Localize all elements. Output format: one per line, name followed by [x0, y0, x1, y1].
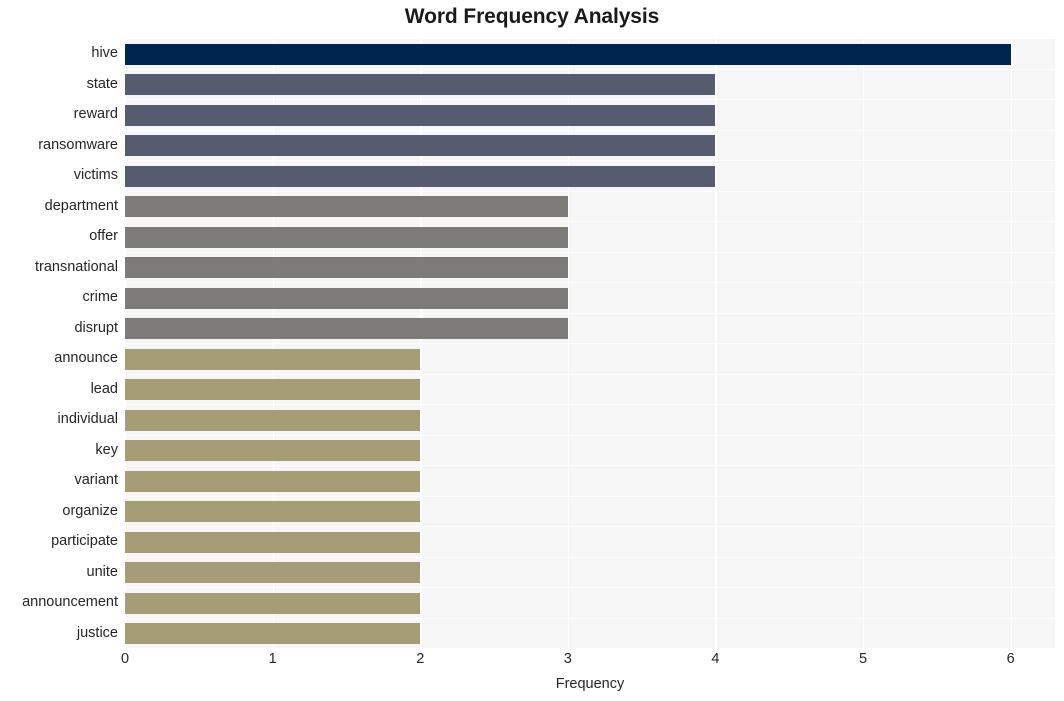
bar[interactable] — [125, 196, 568, 218]
gridline-horizontal — [125, 343, 1055, 345]
gridline-horizontal — [125, 251, 1055, 253]
gridline-horizontal — [125, 373, 1055, 375]
gridline-horizontal — [125, 404, 1055, 406]
x-axis-label: 1 — [268, 651, 277, 667]
gridline-horizontal — [125, 587, 1055, 589]
gridline-horizontal — [125, 160, 1055, 162]
y-axis-label: department — [44, 197, 118, 214]
bar[interactable] — [125, 104, 716, 126]
bar[interactable] — [125, 440, 421, 462]
bar[interactable] — [125, 43, 1011, 65]
bar[interactable] — [125, 348, 421, 370]
x-axis-title: Frequency — [555, 676, 625, 692]
bar[interactable] — [125, 165, 716, 187]
gridline-horizontal — [125, 99, 1055, 101]
bar[interactable] — [125, 226, 568, 248]
gridline-horizontal — [125, 282, 1055, 284]
gridline-horizontal — [125, 526, 1055, 528]
y-axis-label: unite — [86, 563, 118, 580]
y-axis-label: individual — [57, 411, 118, 428]
y-axis-label: victims — [73, 167, 118, 184]
gridline-horizontal — [125, 221, 1055, 223]
bar[interactable] — [125, 318, 568, 340]
bar[interactable] — [125, 501, 421, 523]
bar[interactable] — [125, 531, 421, 553]
y-axis-label: organize — [62, 502, 118, 519]
y-axis-label: announce — [54, 350, 118, 367]
y-axis-label: justice — [76, 624, 118, 641]
x-axis-tick-labels: 0 1 2 3 4 5 6 — [121, 651, 1055, 674]
x-axis-label: 6 — [1006, 651, 1015, 667]
gridline-horizontal — [125, 190, 1055, 192]
gridline-horizontal — [125, 38, 1055, 40]
bar[interactable] — [125, 409, 421, 431]
x-axis-label: 4 — [711, 651, 720, 667]
y-axis-label: participate — [51, 533, 118, 550]
bar[interactable] — [125, 379, 421, 401]
y-axis-label: key — [95, 441, 118, 458]
gridline-horizontal — [125, 495, 1055, 497]
y-axis-label: hive — [91, 45, 118, 62]
y-axis-label: lead — [90, 380, 118, 397]
gridline-horizontal — [125, 465, 1055, 467]
bar[interactable] — [125, 135, 716, 157]
x-axis-label: 5 — [859, 651, 868, 667]
bar[interactable] — [125, 74, 716, 96]
x-axis-label: 3 — [563, 651, 572, 667]
x-axis-label: 0 — [120, 651, 130, 667]
bar[interactable] — [125, 287, 568, 309]
y-axis-label: crime — [82, 289, 118, 306]
bar[interactable] — [125, 592, 421, 614]
y-axis-label: variant — [74, 472, 118, 489]
gridline-horizontal — [125, 68, 1055, 70]
chart-title: Word Frequency Analysis — [404, 5, 660, 28]
bar[interactable] — [125, 562, 421, 584]
gridline-horizontal — [125, 556, 1055, 558]
y-axis-label: state — [86, 75, 118, 92]
bar[interactable] — [125, 470, 421, 492]
y-axis-label: disrupt — [74, 319, 118, 336]
chart-figure: Word Frequency Analysis hive state reward r… — [0, 0, 1064, 701]
x-axis-label: 2 — [416, 651, 425, 667]
gridline-horizontal — [125, 129, 1055, 131]
y-axis-tick-labels: hive state reward ransomware victims departme… — [0, 38, 118, 648]
gridline-horizontal — [125, 312, 1055, 314]
gridline-horizontal — [125, 648, 1055, 650]
y-axis-label: announcement — [22, 594, 118, 611]
y-axis-label: reward — [73, 106, 118, 123]
y-axis-label: ransomware — [38, 136, 118, 153]
bar[interactable] — [125, 257, 568, 279]
y-axis-label: offer — [89, 228, 118, 245]
bar[interactable] — [125, 623, 421, 645]
gridline-horizontal — [125, 617, 1055, 619]
gridline-horizontal — [125, 434, 1055, 436]
plot-area — [125, 38, 1055, 650]
y-axis-label: transnational — [34, 258, 118, 275]
